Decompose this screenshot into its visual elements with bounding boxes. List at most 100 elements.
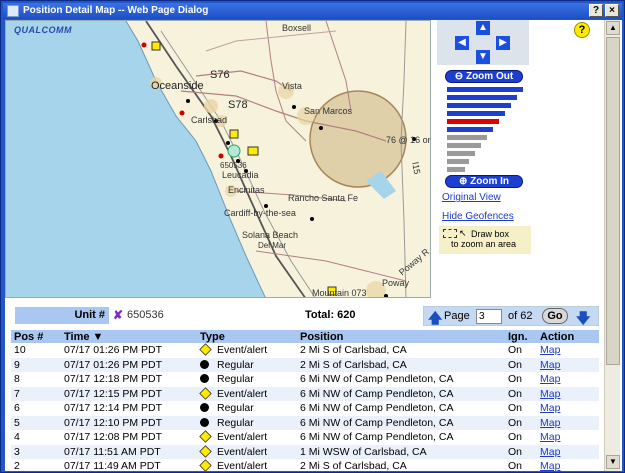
zoom-level-bar[interactable] <box>447 143 481 148</box>
col-ignition[interactable]: Ign. <box>505 330 537 343</box>
pos-cell: 3 <box>11 444 61 459</box>
table-row: 6 07/17 12:14 PM PDT Regular 6 Mi NW of Cam… <box>11 401 599 416</box>
type-label: Event/alert <box>217 387 268 400</box>
table-row: 7 07/17 12:15 PM PDT Event/alert 6 Mi NW of… <box>11 386 599 401</box>
unit-icon: ✘ <box>113 308 124 322</box>
window-title: Position Detail Map -- Web Page Dialog <box>23 5 209 16</box>
pos-cell: 8 <box>14 373 20 386</box>
original-view-link[interactable]: Original View <box>442 192 501 203</box>
map-link[interactable]: Map <box>540 373 560 385</box>
pos-cell: 6 <box>14 402 20 415</box>
regular-icon <box>200 417 209 427</box>
zoom-level-bar[interactable] <box>447 95 517 100</box>
map-link[interactable]: Map <box>540 344 560 356</box>
action-cell: Map <box>537 401 599 416</box>
help-window-button[interactable]: ? <box>589 4 603 17</box>
map-view[interactable]: QUALCOMM Boxsell S76 Vista Oceanside S78… <box>5 20 431 298</box>
draw-box-text: Draw box <box>471 229 510 239</box>
zoom-level-bar[interactable] <box>447 151 475 156</box>
map-label: Cardiff-by-the-sea <box>224 208 296 218</box>
type-label: Event/alert <box>217 445 268 458</box>
page-input[interactable] <box>476 309 502 324</box>
pan-right-icon[interactable]: ▶ <box>496 36 510 50</box>
ignition-cell: On <box>505 386 537 401</box>
hide-geofences-link[interactable]: Hide Geofences <box>442 211 514 222</box>
type-label: Regular <box>217 402 254 415</box>
scroll-down-icon[interactable]: ▼ <box>606 455 620 469</box>
position-cell: 2 Mi S of Carlsbad, CA <box>300 344 407 357</box>
zoom-level-bar[interactable] <box>447 159 469 164</box>
event-alert-icon <box>199 459 212 472</box>
map-link[interactable]: Map <box>540 431 560 443</box>
zoom-level-bar[interactable] <box>447 103 511 108</box>
dashed-box-icon <box>443 229 457 238</box>
position-cell: 1 Mi WSW of Carlsbad, CA <box>297 444 505 459</box>
help-icon[interactable]: ? <box>574 22 590 38</box>
map-label: Solana Beach <box>242 230 299 240</box>
col-type[interactable]: Type <box>197 330 297 343</box>
time-cell: 07/17 12:15 PM PDT <box>61 386 197 401</box>
map-label: Vista <box>282 81 302 91</box>
type-cell: Regular <box>197 415 297 430</box>
map-label: Poway <box>382 278 410 288</box>
ignition-cell: On <box>505 415 537 430</box>
map-link[interactable]: Map <box>540 417 560 429</box>
pan-left-icon[interactable]: ◀ <box>455 36 469 50</box>
position-cell: 6 Mi NW of Camp Pendleton, CA <box>300 402 454 415</box>
type-label: Event/alert <box>217 431 268 444</box>
pan-down-icon[interactable]: ▼ <box>476 50 490 64</box>
go-button[interactable]: Go <box>542 308 568 324</box>
time-cell: 07/17 12:14 PM PDT <box>64 402 163 415</box>
map-link[interactable]: Map <box>540 460 560 472</box>
pan-up-icon[interactable]: ▲ <box>476 21 490 35</box>
action-cell: Map <box>537 343 599 358</box>
positions-table: Pos # Time ▼ Type Position Ign. Action 1… <box>11 330 599 473</box>
col-position[interactable]: Position <box>297 330 505 343</box>
table-row: 10 07/17 01:26 PM PDT Event/alert 2 Mi S of… <box>11 343 599 358</box>
draw-box-subtext: to zoom an area <box>451 239 517 249</box>
action-cell: Map <box>537 444 599 459</box>
pos-cell: 4 <box>14 431 20 444</box>
type-cell: Regular <box>197 357 297 372</box>
position-cell: 2 Mi S of Carlsbad, CA <box>300 460 407 473</box>
zoom-level-bar[interactable] <box>447 135 487 140</box>
time-cell: 07/17 12:08 PM PDT <box>64 431 163 444</box>
zoom-level-current[interactable] <box>447 119 499 124</box>
action-cell: Map <box>537 430 599 445</box>
table-row: 9 07/17 01:26 PM PDT Regular 2 Mi S of Carl… <box>11 357 599 372</box>
position-cell: 2 Mi S of Carlsbad, CA <box>297 357 505 372</box>
pos-cell: 9 <box>11 357 61 372</box>
next-page-icon[interactable]: 🡇 <box>576 308 590 332</box>
scroll-thumb[interactable] <box>606 37 620 365</box>
previous-page-icon[interactable]: 🡅 <box>428 308 442 332</box>
type-label: Event/alert <box>217 460 268 473</box>
info-bar: Unit # ✘ 650536 Total: 620 🡅 Page of 62 … <box>9 306 599 326</box>
table-row: 5 07/17 12:10 PM PDT Regular 6 Mi NW of Cam… <box>11 415 599 430</box>
col-time[interactable]: Time ▼ <box>61 330 197 343</box>
zoom-level-bar[interactable] <box>447 111 505 116</box>
pos-cell: 7 <box>11 386 61 401</box>
map-label: S78 <box>228 99 248 111</box>
map-link[interactable]: Map <box>540 446 560 458</box>
window-icon <box>7 5 19 17</box>
vertical-scrollbar[interactable]: ▲ ▼ <box>604 20 620 471</box>
zoom-out-button[interactable]: ⊖ Zoom Out <box>445 70 523 83</box>
map-label: Leucadia <box>222 170 259 180</box>
map-label: Carlsbad <box>191 115 228 125</box>
map-link[interactable]: Map <box>540 359 560 371</box>
col-pos[interactable]: Pos # <box>11 330 61 343</box>
event-alert-icon <box>199 430 212 443</box>
map-link[interactable]: Map <box>540 388 560 400</box>
map-label: S76 <box>210 69 230 81</box>
map-link[interactable]: Map <box>540 402 560 414</box>
map-label: San Marcos <box>304 106 353 116</box>
zoom-in-button[interactable]: ⊕ Zoom In <box>445 175 523 188</box>
zoom-level-bar[interactable] <box>447 127 493 132</box>
zoom-level-bar[interactable] <box>447 167 465 172</box>
action-cell: Map <box>537 386 599 401</box>
total-count: Total: 620 <box>305 309 356 321</box>
close-window-button[interactable]: × <box>605 4 619 17</box>
pos-cell: 2 <box>14 460 20 473</box>
scroll-up-icon[interactable]: ▲ <box>606 21 620 35</box>
zoom-level-bar[interactable] <box>447 87 523 92</box>
